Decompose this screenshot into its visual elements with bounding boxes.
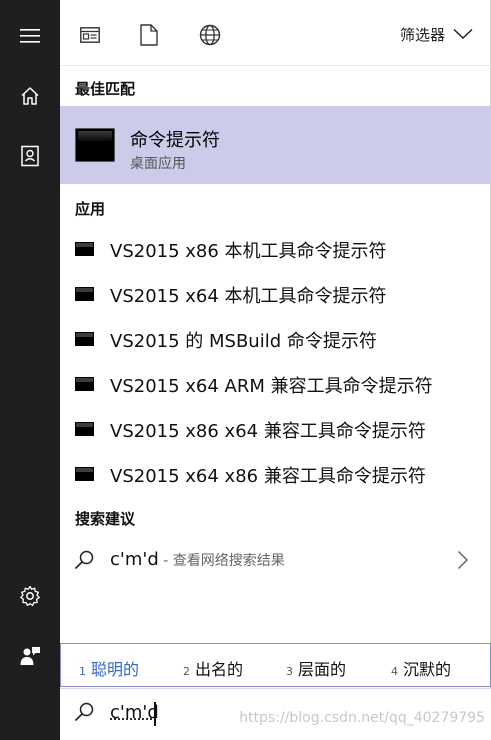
best-match-title: 命令提示符 <box>130 130 220 151</box>
best-match-subtitle: 桌面应用 <box>130 156 186 172</box>
app-result-label: VS2015 x86 本机工具命令提示符 <box>110 241 387 262</box>
search-icon <box>74 550 94 570</box>
search-results-panel: 筛选器 最佳匹配 命令提示符 桌面应用 应用 VS2015 x86 本机工具命令… <box>60 0 491 740</box>
feedback-button[interactable] <box>0 632 60 680</box>
web-filter-button[interactable] <box>196 21 224 49</box>
app-result-item[interactable]: VS2015 x64 x86 兼容工具命令提示符 <box>60 452 491 496</box>
text-caret <box>154 702 156 726</box>
app-result-label: VS2015 的 MSBuild 命令提示符 <box>110 331 377 352</box>
ime-candidate[interactable]: 2 出名的 <box>183 656 243 680</box>
best-match-header: 最佳匹配 <box>75 80 136 98</box>
hamburger-menu-button[interactable] <box>0 12 60 60</box>
suggestion-hint: - 查看网络搜索结果 <box>158 553 285 569</box>
suggestion-query: c'm'd <box>110 549 159 570</box>
apps-filter-button[interactable] <box>76 21 104 49</box>
app-result-item[interactable]: VS2015 x86 本机工具命令提示符 <box>60 227 491 271</box>
chevron-down-icon <box>453 28 473 40</box>
app-result-item[interactable]: VS2015 x64 本机工具命令提示符 <box>60 272 491 316</box>
app-result-item[interactable]: VS2015 x86 x64 兼容工具命令提示符 <box>60 407 491 451</box>
suggestion-text: c'm'd - 查看网络搜索结果 <box>110 549 285 570</box>
documents-filter-button[interactable] <box>135 21 163 49</box>
search-icon <box>74 702 94 722</box>
search-input[interactable]: c'm'd <box>110 702 159 723</box>
web-search-suggestion[interactable]: c'm'd - 查看网络搜索结果 <box>60 538 491 582</box>
filter-toolbar: 筛选器 <box>60 0 491 66</box>
best-match-result[interactable]: 命令提示符 桌面应用 <box>60 106 491 184</box>
command-prompt-icon <box>75 128 115 162</box>
filter-label: 筛选器 <box>399 25 445 44</box>
settings-button[interactable] <box>0 572 60 620</box>
command-prompt-icon <box>75 467 94 481</box>
filter-dropdown[interactable]: 筛选器 <box>400 22 473 46</box>
ime-candidate[interactable]: 1 聪明的 <box>79 656 139 680</box>
app-result-label: VS2015 x64 x86 兼容工具命令提示符 <box>110 466 426 487</box>
app-result-label: VS2015 x64 本机工具命令提示符 <box>110 286 387 307</box>
feedback-person-icon <box>20 647 40 665</box>
notebook-icon <box>21 145 39 167</box>
command-prompt-icon <box>75 242 94 256</box>
apps-filter-icon <box>80 27 100 43</box>
app-result-label: VS2015 x64 ARM 兼容工具命令提示符 <box>110 376 433 397</box>
hamburger-menu-icon <box>20 29 40 43</box>
watermark: https://blog.csdn.net/qq_40279795 <box>239 710 485 726</box>
ime-candidate-bar: 1 聪明的 2 出名的 3 层面的 4 沉默的 <box>60 643 491 687</box>
app-result-label: VS2015 x86 x64 兼容工具命令提示符 <box>110 421 426 442</box>
apps-header: 应用 <box>75 200 106 218</box>
settings-gear-icon <box>20 585 40 607</box>
home-button[interactable] <box>0 72 60 120</box>
app-result-item[interactable]: VS2015 x64 ARM 兼容工具命令提示符 <box>60 362 491 406</box>
chevron-right-icon[interactable] <box>457 550 469 570</box>
ime-candidate[interactable]: 3 层面的 <box>286 656 346 680</box>
ime-candidate[interactable]: 4 沉默的 <box>391 656 451 680</box>
search-suggestions-header: 搜索建议 <box>75 510 136 528</box>
web-filter-icon <box>199 24 221 46</box>
command-prompt-icon <box>75 287 94 301</box>
home-icon <box>21 87 39 105</box>
navigation-rail <box>0 0 60 740</box>
command-prompt-icon <box>75 332 94 346</box>
command-prompt-icon <box>75 377 94 391</box>
command-prompt-icon <box>75 422 94 436</box>
documents-filter-icon <box>140 24 158 46</box>
notebook-button[interactable] <box>0 132 60 180</box>
search-box[interactable]: c'm'd https://blog.csdn.net/qq_40279795 <box>60 688 491 740</box>
app-result-item[interactable]: VS2015 的 MSBuild 命令提示符 <box>60 317 491 361</box>
